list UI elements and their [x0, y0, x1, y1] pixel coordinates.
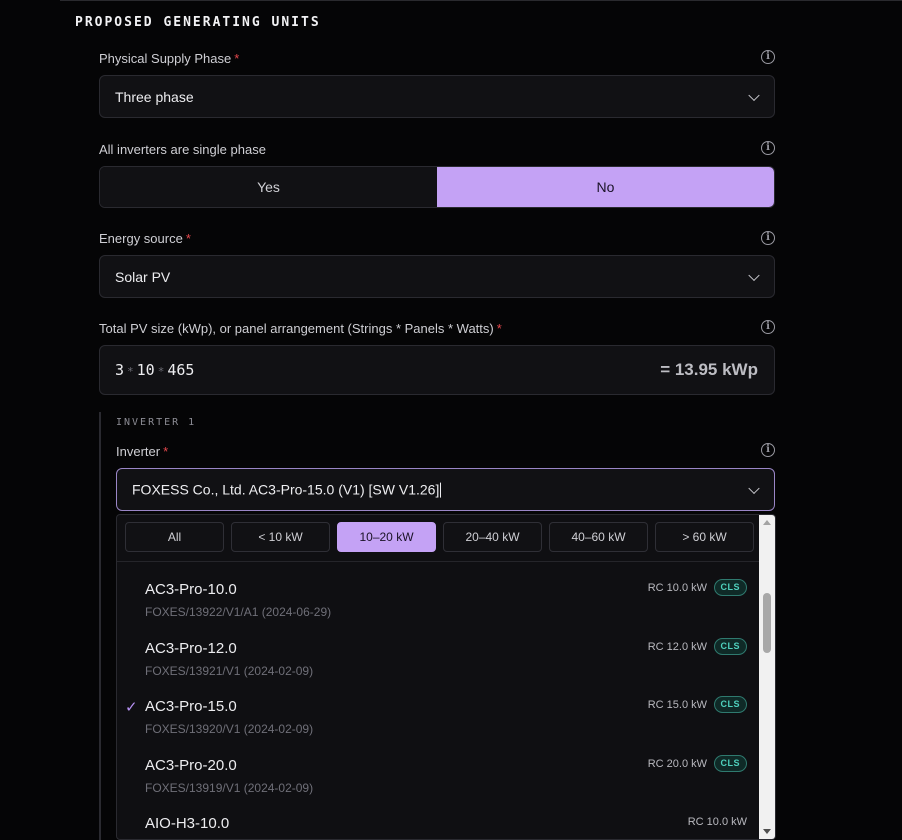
pv-size-label-text: Total PV size (kWp), or panel arrangemen… [99, 321, 494, 336]
single-phase-yes-button[interactable]: Yes [100, 167, 437, 207]
cls-badge: CLS [713, 755, 747, 772]
power-filter-group: All < 10 kW 10–20 kW 20–40 kW 40–60 kW >… [125, 522, 754, 552]
info-icon[interactable]: i [761, 320, 775, 334]
section-title: PROPOSED GENERATING UNITS [75, 15, 321, 30]
option-rated-capacity: RC 12.0 kW [647, 641, 707, 653]
dropdown-divider [117, 561, 759, 562]
inverter-option-selected[interactable]: ✓ AC3-Pro-15.0 FOXES/13920/V1 (2024-02-0… [117, 692, 757, 750]
option-code: FOXES/13922/V1/A1 (2024-06-29) [145, 605, 332, 619]
filter-40-60kw-button[interactable]: 40–60 kW [549, 522, 648, 552]
multiply-sign: * [157, 365, 165, 378]
cls-badge: CLS [713, 638, 747, 655]
cls-badge: CLS [713, 579, 747, 596]
pv-arrangement-expression: 3 * 10 * 465 [115, 361, 194, 379]
scrollbar-thumb[interactable] [763, 593, 771, 653]
single-phase-toggle: Yes No [99, 166, 775, 208]
option-code: FOXES/13921/V1 (2024-02-09) [145, 664, 314, 678]
energy-source-label-text: Energy source [99, 231, 183, 246]
top-divider [60, 0, 902, 1]
option-name: AIO-H3-10.0 [145, 815, 230, 832]
single-phase-label: All inverters are single phase [99, 142, 266, 157]
chevron-down-icon[interactable] [748, 482, 760, 494]
info-icon[interactable]: i [761, 231, 775, 245]
option-name: AC3-Pro-12.0 [145, 640, 237, 657]
filter-under-10kw-button[interactable]: < 10 kW [231, 522, 330, 552]
pv-size-result: = 13.95 kWp [660, 360, 758, 379]
pv-strings-value: 3 [115, 361, 125, 379]
inverter-search-input[interactable]: FOXESS Co., Ltd. AC3-Pro-15.0 (V1) [SW V… [116, 468, 775, 511]
scroll-down-arrow-icon[interactable] [763, 829, 771, 834]
option-name: AC3-Pro-20.0 [145, 757, 237, 774]
inverter-option[interactable]: AC3-Pro-12.0 FOXES/13921/V1 (2024-02-09)… [117, 634, 757, 692]
multiply-sign: * [127, 365, 134, 378]
info-icon[interactable]: i [761, 50, 775, 64]
pv-watts-value: 465 [167, 361, 195, 379]
inverter-option[interactable]: AC3-Pro-10.0 FOXES/13922/V1/A1 (2024-06-… [117, 575, 757, 633]
inverter-input-value: FOXESS Co., Ltd. AC3-Pro-15.0 (V1) [SW V… [132, 481, 442, 498]
info-icon[interactable]: i [761, 443, 775, 457]
option-name: AC3-Pro-10.0 [145, 581, 237, 598]
inverter-section-title: INVERTER 1 [116, 417, 197, 428]
info-icon[interactable]: i [761, 141, 775, 155]
supply-phase-value: Three phase [115, 88, 194, 105]
inverter-group-border [99, 412, 101, 840]
option-code: FOXES/13919/V1 (2024-02-09) [145, 781, 314, 795]
option-rated-capacity: RC 15.0 kW [647, 699, 707, 711]
pv-size-input[interactable]: 3 * 10 * 465 = 13.95 kWp [99, 345, 775, 395]
required-marker: * [163, 444, 169, 459]
inverter-dropdown: All < 10 kW 10–20 kW 20–40 kW 40–60 kW >… [116, 514, 776, 840]
single-phase-no-button[interactable]: No [437, 167, 774, 207]
chevron-down-icon [748, 269, 760, 281]
supply-phase-select[interactable]: Three phase [99, 75, 775, 118]
pv-panels-value: 10 [136, 361, 155, 379]
text-caret [440, 482, 442, 498]
option-rated-capacity: RC 10.0 kW [687, 816, 747, 828]
inverter-option[interactable]: AC3-Pro-20.0 FOXES/13919/V1 (2024-02-09)… [117, 751, 757, 809]
pv-size-label: Total PV size (kWp), or panel arrangemen… [99, 321, 502, 336]
dropdown-scrollbar[interactable] [759, 515, 775, 839]
inverter-option[interactable]: AIO-H3-10.0 RC 10.0 kW [117, 809, 757, 839]
filter-10-20kw-button[interactable]: 10–20 kW [337, 522, 436, 552]
scroll-up-arrow-icon[interactable] [763, 520, 771, 525]
option-rated-capacity: RC 10.0 kW [647, 582, 707, 594]
filter-20-40kw-button[interactable]: 20–40 kW [443, 522, 542, 552]
required-marker: * [496, 321, 502, 336]
supply-phase-label: Physical Supply Phase * [99, 51, 239, 66]
chevron-down-icon [748, 89, 760, 101]
option-name: AC3-Pro-15.0 [145, 698, 237, 715]
energy-source-label: Energy source * [99, 231, 191, 246]
required-marker: * [234, 51, 240, 66]
inverter-value-text: FOXESS Co., Ltd. AC3-Pro-15.0 (V1) [SW V… [132, 481, 440, 498]
cls-badge: CLS [713, 696, 747, 713]
supply-phase-label-text: Physical Supply Phase [99, 51, 232, 66]
energy-source-select[interactable]: Solar PV [99, 255, 775, 298]
inverter-label-text: Inverter [116, 444, 161, 459]
required-marker: * [185, 231, 191, 246]
option-rated-capacity: RC 20.0 kW [647, 758, 707, 770]
filter-all-button[interactable]: All [125, 522, 224, 552]
checkmark-icon: ✓ [125, 699, 138, 716]
option-code: FOXES/13920/V1 (2024-02-09) [145, 722, 314, 736]
inverter-label: Inverter * [116, 444, 168, 459]
filter-over-60kw-button[interactable]: > 60 kW [655, 522, 754, 552]
energy-source-value: Solar PV [115, 268, 171, 285]
